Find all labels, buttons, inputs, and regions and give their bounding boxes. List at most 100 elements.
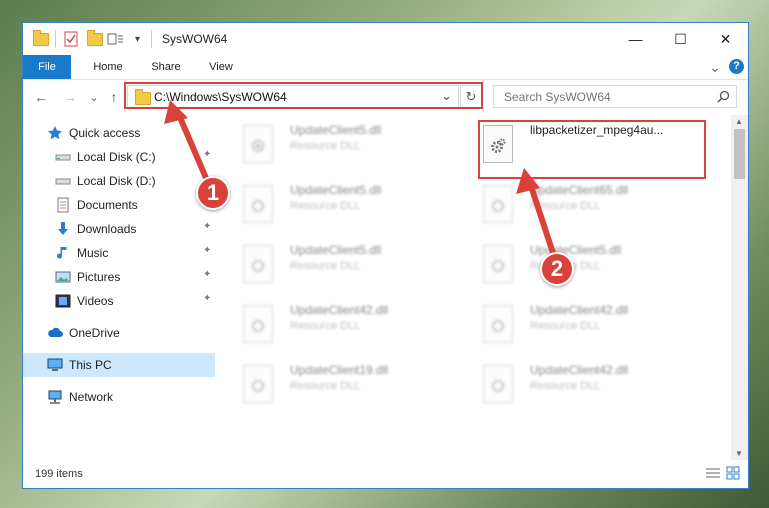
dll-file-icon (483, 245, 513, 283)
search-input[interactable] (502, 89, 706, 105)
navigation-pane: Quick access Local Disk (C:) Local Disk … (23, 115, 215, 460)
dll-file-icon (243, 305, 273, 343)
videos-icon (55, 293, 71, 309)
sidebar-item-this-pc[interactable]: This PC (47, 353, 112, 377)
file-item[interactable]: UpdateClient5.dll Resource DLL (223, 235, 453, 287)
window-title: SysWOW64 (162, 32, 228, 46)
file-type: Resource DLL (290, 380, 361, 392)
sidebar-item-label: This PC (69, 358, 112, 372)
file-name: UpdateClient5.dll (530, 243, 622, 257)
pin-icon: ✦ (203, 149, 212, 160)
scroll-down-icon[interactable]: ▼ (735, 449, 743, 458)
file-type: Resource DLL (530, 320, 601, 332)
sidebar-item-downloads[interactable]: Downloads (55, 217, 136, 241)
sidebar-item-label: Local Disk (C:) (77, 150, 156, 164)
file-name: UpdateClient42.dll (290, 303, 389, 317)
sidebar-item-videos[interactable]: Videos (55, 289, 113, 313)
folder-icon (33, 29, 49, 48)
search-icon[interactable] (717, 90, 730, 103)
file-type: Resource DLL (290, 200, 361, 212)
file-item[interactable]: UpdateClient5.dll Resource DLL (223, 115, 453, 167)
toolbar-divider (55, 30, 56, 48)
drive-icon (55, 149, 71, 165)
file-item[interactable]: UpdateClient65.dll Resource DLL (463, 175, 693, 227)
pc-icon (47, 357, 63, 373)
file-item[interactable]: UpdateClient5.dll Resource DLL (463, 235, 693, 287)
back-button[interactable]: ← (32, 88, 50, 106)
help-icon[interactable]: ? (729, 59, 744, 74)
tab-home[interactable]: Home (83, 55, 133, 79)
properties-icon[interactable] (64, 30, 78, 48)
search-box[interactable] (493, 85, 737, 108)
title-bar: ▾ SysWOW64 — ☐ ✕ (23, 23, 748, 55)
pictures-icon (55, 269, 71, 285)
sidebar-item-local-disk-d[interactable]: Local Disk (D:) (55, 169, 156, 193)
drive-icon (55, 173, 71, 189)
tab-file[interactable]: File (23, 55, 71, 79)
dll-file-icon (483, 365, 513, 403)
dll-file-icon (483, 305, 513, 343)
sidebar-item-local-disk-c[interactable]: Local Disk (C:) (55, 145, 156, 169)
file-type: Resource DLL (290, 260, 361, 272)
downloads-icon (55, 221, 71, 237)
file-item[interactable]: UpdateClient42.dll Resource DLL (223, 295, 453, 347)
dll-file-icon (483, 185, 513, 223)
step-badge-1: 1 (196, 176, 230, 210)
expand-ribbon-icon[interactable]: ⌄ (705, 55, 725, 79)
file-item[interactable]: UpdateClient42.dll Resource DLL (463, 355, 693, 407)
file-item[interactable]: UpdateClient19.dll Resource DLL (223, 355, 453, 407)
file-name: UpdateClient5.dll (290, 183, 382, 197)
file-name: UpdateClient19.dll (290, 363, 389, 377)
ribbon-tabs: File Home Share View ⌄ ? (23, 55, 748, 80)
title-divider (151, 30, 152, 48)
up-button[interactable]: ↑ (105, 88, 123, 106)
documents-icon (55, 197, 71, 213)
close-button[interactable]: ✕ (703, 23, 748, 55)
recent-locations-button[interactable]: ⌄ (85, 88, 103, 106)
file-name: UpdateClient42.dll (530, 363, 629, 377)
address-highlight-box (124, 82, 483, 109)
scroll-up-icon[interactable]: ▲ (735, 117, 743, 126)
maximize-button[interactable]: ☐ (658, 23, 703, 55)
sidebar-item-quick-access[interactable]: Quick access (47, 121, 140, 145)
file-name: UpdateClient42.dll (530, 303, 629, 317)
scrollbar-thumb[interactable] (734, 129, 745, 179)
sidebar-item-label: Pictures (77, 270, 121, 284)
file-name: UpdateClient65.dll (530, 183, 629, 197)
large-icons-view-icon[interactable] (726, 466, 740, 483)
details-view-icon[interactable] (706, 467, 720, 482)
customize-toolbar-icon[interactable] (107, 30, 131, 48)
quick-access-dropdown-icon[interactable]: ▾ (135, 30, 140, 48)
pin-icon: ✦ (203, 269, 212, 280)
dll-file-icon (243, 245, 273, 283)
sidebar-item-documents[interactable]: Documents (55, 193, 138, 217)
pin-icon: ✦ (203, 245, 212, 256)
sidebar-item-onedrive[interactable]: OneDrive (47, 321, 120, 345)
file-type: Resource DLL (290, 140, 361, 152)
pin-icon: ✦ (203, 293, 212, 304)
file-type: Resource DLL (530, 380, 601, 392)
dll-file-icon (243, 365, 273, 403)
sidebar-item-pictures[interactable]: Pictures (55, 265, 120, 289)
sidebar-item-label: Downloads (77, 222, 137, 236)
sidebar-item-network[interactable]: Network (47, 385, 113, 409)
new-folder-icon[interactable] (87, 29, 103, 48)
file-type: Resource DLL (290, 320, 361, 332)
sidebar-item-music[interactable]: Music (55, 241, 108, 265)
onedrive-icon (47, 325, 63, 341)
step-badge-2: 2 (540, 252, 574, 286)
file-item[interactable]: UpdateClient42.dll Resource DLL (463, 295, 693, 347)
pin-icon: ✦ (203, 221, 212, 232)
dll-file-icon (243, 185, 273, 223)
vertical-scrollbar[interactable]: ▲ ▼ (731, 115, 748, 460)
tab-view[interactable]: View (197, 55, 245, 79)
sidebar-item-label: Videos (77, 294, 114, 308)
tab-share[interactable]: Share (141, 55, 191, 79)
item-count: 199 items (35, 468, 83, 480)
music-icon (55, 245, 71, 261)
file-item[interactable]: UpdateClient5.dll Resource DLL (223, 175, 453, 227)
sidebar-item-label: Documents (77, 198, 138, 212)
minimize-button[interactable]: — (613, 23, 658, 55)
forward-button[interactable]: → (61, 88, 79, 106)
dll-file-icon (243, 125, 273, 163)
